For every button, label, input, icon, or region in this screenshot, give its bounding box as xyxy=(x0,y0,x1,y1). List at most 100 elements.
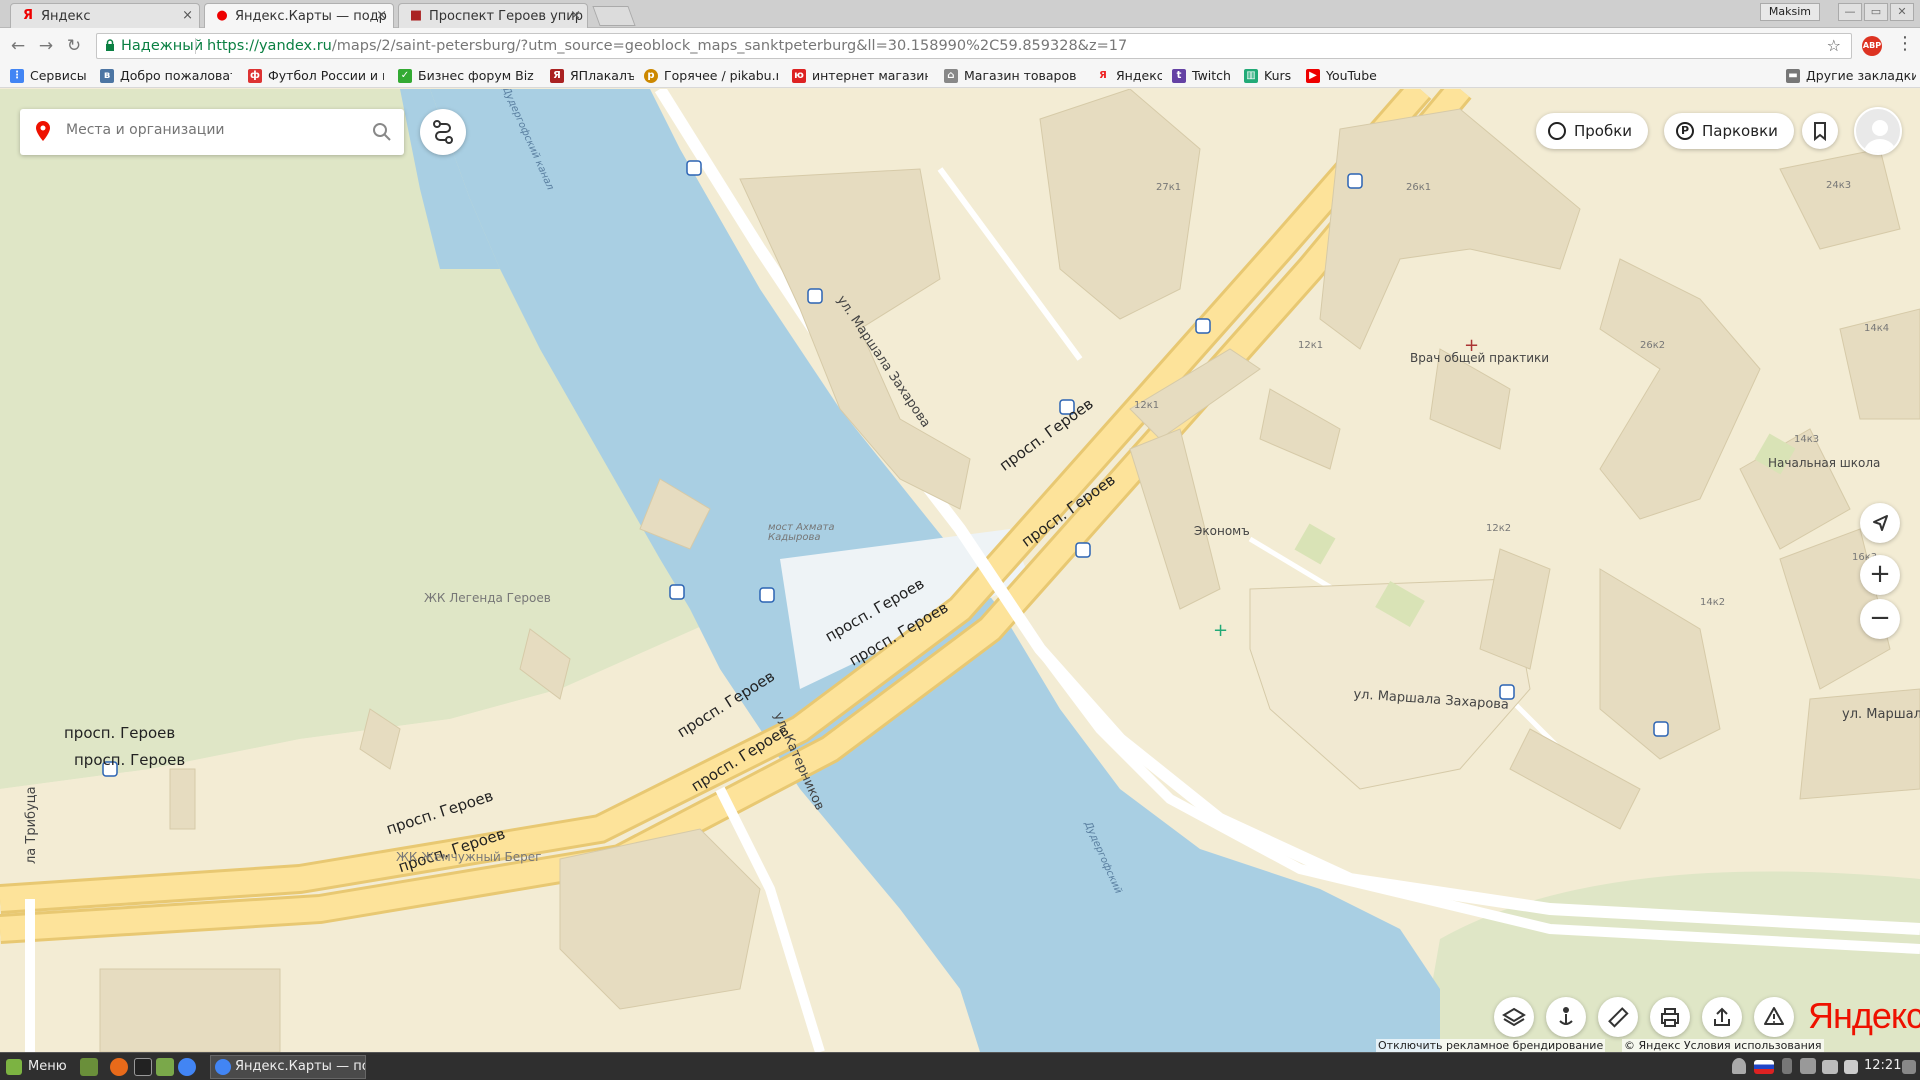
poi-school-label[interactable]: Начальная школа xyxy=(1768,456,1880,470)
bookmark-other-folder[interactable]: ▬ Другие закладки xyxy=(1786,68,1916,84)
url-text[interactable]: https://yandex.ru/maps/2/saint-petersbur… xyxy=(207,34,1127,58)
panorama-button[interactable] xyxy=(1546,997,1586,1037)
building-number: 12к1 xyxy=(1134,400,1160,411)
bookmark-kurs[interactable]: ▥ Kurs xyxy=(1244,68,1300,84)
layers-icon xyxy=(1502,1007,1526,1027)
bookmarks-button[interactable] xyxy=(1802,113,1838,149)
building-number: 26к1 xyxy=(1406,182,1432,193)
map-canvas[interactable]: + + просп. Героев просп. Героев просп. Г… xyxy=(0,89,1920,1052)
bookmark-star-icon[interactable]: ☆ xyxy=(1827,34,1841,58)
bookmark-shop[interactable]: ю интернет магазин xyxy=(792,68,928,84)
chrome-icon[interactable] xyxy=(178,1058,196,1076)
bookmark-yandex[interactable]: Я Яндекс xyxy=(1096,68,1162,84)
browser-tab-strip: Я Яндекс × ● Яндекс.Карты — подр × ■ Про… xyxy=(0,0,1920,28)
report-error-button[interactable] xyxy=(1754,997,1794,1037)
poi-econom-label[interactable]: Экономъ xyxy=(1194,524,1250,538)
search-icon[interactable] xyxy=(372,122,392,142)
layers-button[interactable] xyxy=(1494,997,1534,1037)
building-number: 26к2 xyxy=(1640,340,1666,351)
url-omnibox[interactable]: Надежный https://yandex.ru/maps/2/saint-… xyxy=(96,33,1852,59)
bookmark-goods[interactable]: ⌂ Магазин товаров д xyxy=(944,68,1080,84)
adblock-extension-icon[interactable]: ABP xyxy=(1862,36,1882,56)
svg-text:+: + xyxy=(1213,620,1228,641)
bookmark-label: Магазин товаров д xyxy=(964,68,1080,83)
files-icon[interactable] xyxy=(156,1058,174,1076)
apps-grid-icon: ⋮ xyxy=(10,69,24,83)
back-arrow-icon[interactable]: ← xyxy=(8,36,28,56)
map-tiles: + + xyxy=(0,89,1920,1052)
tab-yaplakal[interactable]: ■ Проспект Героев упир × xyxy=(398,3,588,28)
mint-logo-icon xyxy=(6,1059,22,1075)
address-toolbar: ← → ↻ Надежный https://yandex.ru/maps/2/… xyxy=(0,28,1920,64)
building-number: 14к2 xyxy=(1700,597,1726,608)
tab-close-icon[interactable]: × xyxy=(376,8,387,23)
bookmark-label: Другие закладки xyxy=(1806,68,1916,83)
road-label: просп. Героев xyxy=(64,724,176,742)
maximize-button[interactable]: ▭ xyxy=(1864,3,1888,21)
poi-doctor-label[interactable]: Врач общей практики xyxy=(1410,351,1549,365)
bookmark-label: Бизнес форум BizN xyxy=(418,68,534,83)
bookmark-vk[interactable]: в Добро пожаловать xyxy=(100,68,232,84)
profile-button[interactable]: Maksim xyxy=(1759,3,1820,21)
building-number: 12к2 xyxy=(1486,523,1512,534)
disable-branding-link[interactable]: Отключить рекламное брендирование xyxy=(1376,1039,1606,1052)
share-button[interactable] xyxy=(1702,997,1742,1037)
bookmark-pikabu[interactable]: p Горячее / pikabu.ru xyxy=(644,68,778,84)
show-desktop-icon[interactable] xyxy=(80,1058,98,1076)
tab-title: Проспект Героев упир xyxy=(429,9,584,24)
bookmark-label: YouTube xyxy=(1326,68,1377,83)
firefox-icon[interactable] xyxy=(110,1058,128,1076)
share-icon xyxy=(1714,1007,1730,1026)
reload-icon[interactable]: ↻ xyxy=(64,36,84,56)
tab-close-icon[interactable]: × xyxy=(570,8,581,23)
new-tab-button[interactable] xyxy=(592,6,636,26)
tab-close-icon[interactable]: × xyxy=(182,8,193,23)
bridge-label: мост Ахмата Кадырова xyxy=(768,522,835,543)
notifications-icon[interactable] xyxy=(1902,1060,1916,1074)
start-menu-button[interactable]: Меню xyxy=(6,1057,67,1077)
bookmark-bizforum[interactable]: ✓ Бизнес форум BizN xyxy=(398,68,534,84)
copyright-text[interactable]: © Яндекс Условия использования xyxy=(1622,1039,1824,1052)
bookmark-services[interactable]: ⋮ Сервисы xyxy=(10,68,90,84)
bookmark-label: Яндекс xyxy=(1116,68,1162,83)
taskbar-window-chrome[interactable]: Яндекс.Карты — по... xyxy=(210,1055,366,1079)
route-button[interactable] xyxy=(420,109,466,155)
bookmark-football[interactable]: ф Футбол России и м xyxy=(248,68,384,84)
maps-pin-favicon-icon: ● xyxy=(216,8,228,23)
bookmark-youtube[interactable]: ▶ YouTube xyxy=(1306,68,1386,84)
yandex-icon: Я xyxy=(1099,70,1107,81)
user-tray-icon[interactable] xyxy=(1732,1058,1746,1074)
ruler-button[interactable] xyxy=(1598,997,1638,1037)
browser-menu-icon[interactable]: ⋮ xyxy=(1896,34,1914,54)
yandex-favicon-icon: Я xyxy=(22,8,33,23)
bluetooth-icon[interactable] xyxy=(1782,1058,1792,1074)
print-button[interactable] xyxy=(1650,997,1690,1037)
zoom-in-button[interactable]: + xyxy=(1860,555,1900,595)
traffic-button[interactable]: Пробки xyxy=(1536,113,1649,149)
volume-icon[interactable] xyxy=(1844,1060,1858,1074)
user-avatar[interactable] xyxy=(1854,107,1902,155)
keyboard-layout-flag-icon[interactable] xyxy=(1754,1060,1774,1074)
bookmark-label: Горячее / pikabu.ru xyxy=(664,68,778,83)
zoom-out-button[interactable]: − xyxy=(1860,599,1900,639)
close-window-button[interactable]: ✕ xyxy=(1890,3,1914,21)
search-input[interactable] xyxy=(66,122,366,138)
network-icon[interactable] xyxy=(1822,1060,1838,1074)
lock-icon xyxy=(106,39,114,51)
bookmark-twitch[interactable]: t Twitch xyxy=(1172,68,1238,84)
url-path: /maps/2/saint-petersburg/?utm_source=geo… xyxy=(331,38,1128,54)
update-icon[interactable] xyxy=(1800,1058,1816,1074)
terminal-icon[interactable] xyxy=(134,1058,152,1076)
bookmark-label: Добро пожаловать xyxy=(120,68,232,83)
tab-yandex-maps[interactable]: ● Яндекс.Карты — подр × xyxy=(204,3,394,28)
geolocation-button[interactable] xyxy=(1860,503,1900,543)
tab-yandex[interactable]: Я Яндекс × xyxy=(10,3,200,28)
clock[interactable]: 12:21 xyxy=(1864,1058,1901,1073)
security-label: Надежный xyxy=(121,38,204,54)
parking-button[interactable]: P Парковки xyxy=(1664,113,1794,149)
road-label: ла Трибуца xyxy=(24,786,39,864)
check-icon: ✓ xyxy=(398,69,412,83)
forward-arrow-icon[interactable]: → xyxy=(36,36,56,56)
minimize-button[interactable]: — xyxy=(1838,3,1862,21)
bookmark-yaplakal[interactable]: Я ЯПлакалъ xyxy=(550,68,634,84)
